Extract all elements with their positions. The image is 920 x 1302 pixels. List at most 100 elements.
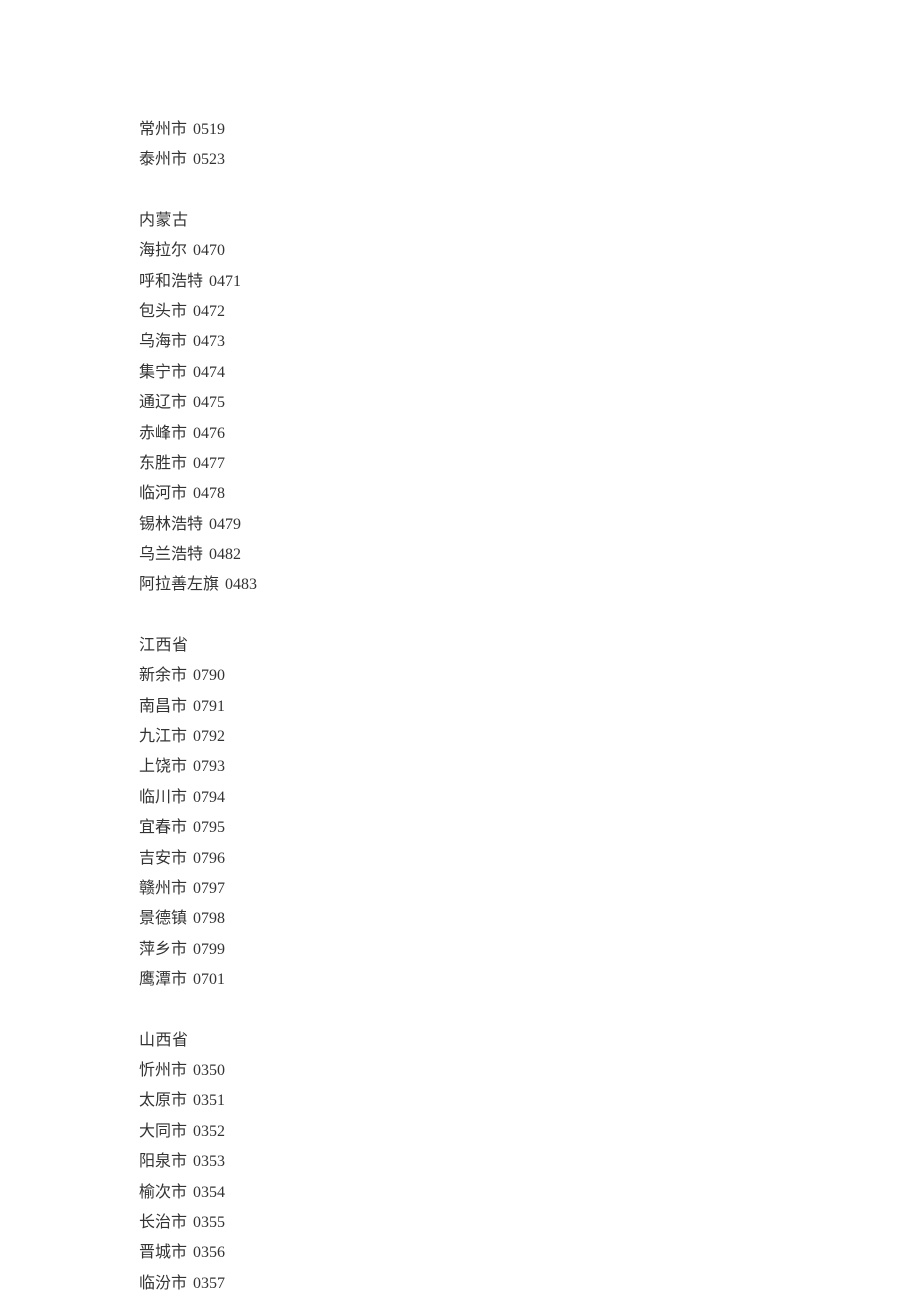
city-row: 赤峰市 0476 [139, 419, 920, 449]
city-name: 景德镇 [139, 910, 187, 927]
document-page: 常州市0519泰州市0523内蒙古海拉尔0470呼和浩特0471包头市0472乌… [0, 0, 920, 1302]
region-group: 江西省新余市 0790 南昌市 0791 九江市 0792 上饶市 0793 临川市 0794 宜春… [139, 631, 920, 996]
city-row: 临汾市 0357 [139, 1269, 920, 1299]
city-name: 通辽市 [139, 394, 187, 411]
city-name: 临汾市 [139, 1275, 187, 1292]
area-code: 0356 [193, 1244, 225, 1261]
city-name: 乌兰浩特 [139, 546, 203, 563]
area-code: 0798 [193, 910, 225, 927]
area-code: 0482 [209, 546, 241, 563]
city-row: 萍乡市 0799 [139, 935, 920, 965]
city-name: 常州市 [139, 121, 187, 138]
city-row: 晋城市 0356 [139, 1238, 920, 1268]
city-row: 忻州市 0350 [139, 1056, 920, 1086]
area-code: 0483 [225, 576, 257, 593]
city-name: 长治市 [139, 1214, 187, 1231]
city-name: 吉安市 [139, 850, 187, 867]
area-code: 0792 [193, 728, 225, 745]
area-code: 0355 [193, 1214, 225, 1231]
city-name: 乌海市 [139, 333, 187, 350]
city-name: 赤峰市 [139, 425, 187, 442]
city-row: 乌海市 0473 [139, 327, 920, 357]
city-row: 长治市 0355 [139, 1208, 920, 1238]
city-name: 赣州市 [139, 880, 187, 897]
region-header: 内蒙古 [139, 206, 920, 236]
city-row: 景德镇 0798 [139, 904, 920, 934]
city-name: 泰州市 [139, 151, 187, 168]
area-code: 0701 [193, 971, 225, 988]
city-row: 临川市 0794 [139, 783, 920, 813]
city-row: 鹰潭市 0701 [139, 965, 920, 995]
city-name: 太原市 [139, 1092, 187, 1109]
area-code: 0476 [193, 425, 225, 442]
area-code: 0796 [193, 850, 225, 867]
city-name: 萍乡市 [139, 941, 187, 958]
city-row: 吉安市 0796 [139, 844, 920, 874]
city-row: 太原市 0351 [139, 1086, 920, 1116]
city-name: 九江市 [139, 728, 187, 745]
area-code: 0478 [193, 485, 225, 502]
area-code: 0794 [193, 789, 225, 806]
city-row: 大同市 0352 [139, 1117, 920, 1147]
area-code: 0357 [193, 1275, 225, 1292]
area-code: 0350 [193, 1062, 225, 1079]
region-group: 山西省忻州市 0350 太原市 0351 大同市 0352 阳泉市 0353 榆次市 0354 长治… [139, 1026, 920, 1300]
city-row: 通辽市 0475 [139, 388, 920, 418]
city-name: 集宁市 [139, 364, 187, 381]
city-name: 大同市 [139, 1123, 187, 1140]
city-name: 阳泉市 [139, 1153, 187, 1170]
city-name: 包头市 [139, 303, 187, 320]
area-code: 0352 [193, 1123, 225, 1140]
city-name: 阿拉善左旗 [139, 576, 219, 593]
area-code: 0799 [193, 941, 225, 958]
city-row: 乌兰浩特 0482 [139, 540, 920, 570]
city-name: 锡林浩特 [139, 516, 203, 533]
city-name: 海拉尔 [139, 242, 187, 259]
city-row: 包头市0472 [139, 297, 920, 327]
region-header: 江西省 [139, 631, 920, 661]
area-code: 0353 [193, 1153, 225, 1170]
city-row: 泰州市0523 [139, 145, 920, 175]
city-name: 榆次市 [139, 1184, 187, 1201]
region-group: 内蒙古海拉尔 0470 呼和浩特 0471 包头市0472 乌海市 0473 集宁市 0474 通… [139, 206, 920, 601]
area-code: 0477 [193, 455, 225, 472]
area-code: 0790 [193, 667, 225, 684]
city-row: 锡林浩特 0479 [139, 510, 920, 540]
city-name: 临川市 [139, 789, 187, 806]
area-code: 0793 [193, 758, 225, 775]
area-code: 0354 [193, 1184, 225, 1201]
city-row: 临河市 0478 [139, 479, 920, 509]
city-name: 呼和浩特 [139, 273, 203, 290]
area-code: 0351 [193, 1092, 225, 1109]
city-row: 九江市 0792 [139, 722, 920, 752]
area-code: 0473 [193, 333, 225, 350]
city-row: 新余市 0790 [139, 661, 920, 691]
area-code: 0479 [209, 516, 241, 533]
city-name: 临河市 [139, 485, 187, 502]
city-row: 宜春市0795 [139, 813, 920, 843]
city-name: 晋城市 [139, 1244, 187, 1261]
city-row: 东胜市 0477 [139, 449, 920, 479]
area-code: 0519 [193, 121, 225, 138]
area-code: 0471 [209, 273, 241, 290]
city-row: 海拉尔 0470 [139, 236, 920, 266]
area-code: 0791 [193, 698, 225, 715]
area-code: 0475 [193, 394, 225, 411]
city-row: 榆次市 0354 [139, 1178, 920, 1208]
city-name: 新余市 [139, 667, 187, 684]
city-row: 阳泉市 0353 [139, 1147, 920, 1177]
city-row: 阿拉善左旗 0483 [139, 570, 920, 600]
city-row: 上饶市 0793 [139, 752, 920, 782]
region-header: 山西省 [139, 1026, 920, 1056]
city-name: 上饶市 [139, 758, 187, 775]
area-code: 0797 [193, 880, 225, 897]
city-name: 南昌市 [139, 698, 187, 715]
city-name: 宜春市 [139, 819, 187, 836]
city-row: 常州市 0519 [139, 115, 920, 145]
region-group: 常州市 0519 泰州市0523 [139, 115, 920, 176]
area-code: 0470 [193, 242, 225, 259]
city-name: 忻州市 [139, 1062, 187, 1079]
city-name: 鹰潭市 [139, 971, 187, 988]
area-code: 0474 [193, 364, 225, 381]
city-name: 东胜市 [139, 455, 187, 472]
